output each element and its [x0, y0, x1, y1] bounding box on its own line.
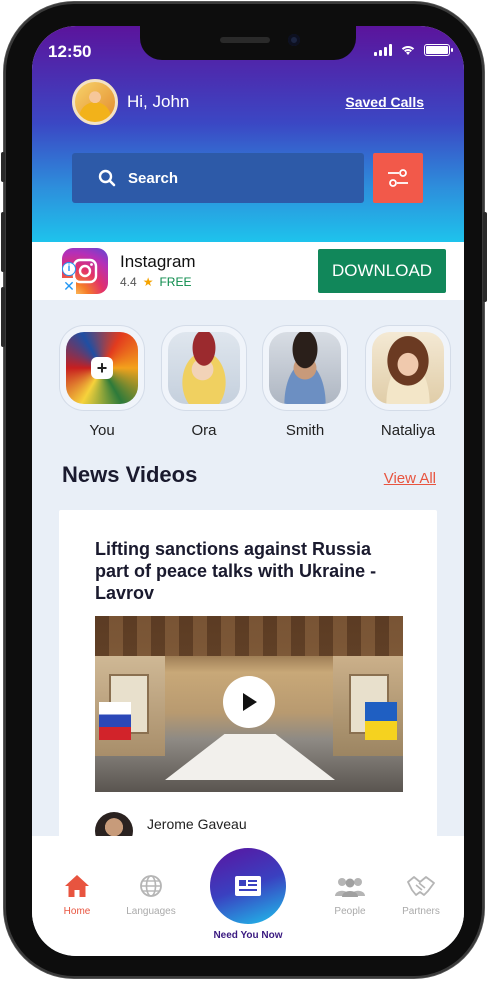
home-icon: [65, 875, 89, 897]
story-ring: +: [60, 326, 144, 410]
ad-rating: 4.4: [120, 275, 137, 289]
add-story-icon[interactable]: +: [91, 357, 113, 379]
nav-people[interactable]: People: [315, 872, 385, 917]
globe-icon: [140, 875, 162, 897]
user-avatar[interactable]: [72, 79, 118, 125]
story-avatar: +: [66, 332, 138, 404]
ad-app-name: Instagram: [120, 252, 196, 271]
story-name: Smith: [285, 422, 325, 439]
mute-switch: [1, 152, 5, 182]
power-button: [483, 212, 487, 302]
nav-label: Languages: [126, 906, 176, 917]
bottom-navigation: Home Languages Need You Now People Partn…: [32, 836, 464, 956]
need-you-now-button[interactable]: [210, 848, 286, 924]
story-avatar: [372, 332, 444, 404]
nav-label: Need You Now: [213, 930, 283, 941]
story-name: Ora: [191, 422, 217, 439]
phone-screen: 12:50 Hi, John Saved Calls Search i ✕ In…: [32, 26, 464, 956]
story-ora[interactable]: Ora: [162, 326, 246, 439]
status-time: 12:50: [48, 42, 92, 61]
story-avatar: [168, 332, 240, 404]
story-name: Nataliya: [380, 422, 436, 439]
russia-flag-icon: [115, 702, 131, 740]
story-avatar: [269, 332, 341, 404]
story-name: You: [89, 422, 115, 439]
battery-icon: [424, 44, 453, 56]
search-input[interactable]: [128, 169, 328, 187]
nav-languages[interactable]: Languages: [116, 872, 186, 917]
russia-flag-icon: [99, 702, 115, 740]
section-title: News Videos: [62, 462, 198, 487]
saved-calls-link[interactable]: Saved Calls: [345, 94, 424, 110]
ad-price: FREE: [159, 275, 192, 289]
stories-row: + You Ora Smith Nataliya: [32, 326, 464, 446]
front-camera: [288, 34, 300, 46]
people-icon: [335, 878, 365, 897]
story-you[interactable]: + You: [60, 326, 144, 439]
nav-partners[interactable]: Partners: [386, 872, 456, 917]
ad-meta: 4.4 ★ FREE: [120, 275, 191, 289]
ukraine-flag-icon: [365, 702, 381, 740]
search-icon: [98, 169, 116, 187]
volume-down-button: [1, 287, 5, 347]
handshake-icon: [407, 876, 435, 896]
sliders-icon: [388, 169, 408, 187]
author-name: Jerome Gaveau: [147, 816, 247, 832]
star-icon: ★: [142, 275, 154, 289]
download-button[interactable]: DOWNLOAD: [318, 249, 446, 293]
thumbnail-ceiling: [95, 616, 403, 656]
story-ring: [366, 326, 450, 410]
news-card[interactable]: Lifting sanctions against Russia part of…: [59, 510, 437, 850]
nav-label: Partners: [402, 906, 440, 917]
phone-notch: [140, 26, 356, 60]
ukraine-flag-icon: [381, 702, 397, 740]
speaker-grille: [220, 37, 270, 43]
story-nataliya[interactable]: Nataliya: [366, 326, 450, 439]
ad-banner[interactable]: i ✕ Instagram 4.4 ★ FREE DOWNLOAD: [32, 242, 464, 300]
ad-close-icon[interactable]: ✕: [62, 278, 76, 294]
story-ring: [162, 326, 246, 410]
search-bar[interactable]: [72, 153, 364, 203]
nav-home[interactable]: Home: [42, 872, 112, 917]
ad-info-icon[interactable]: i: [62, 262, 76, 276]
status-icons: [374, 44, 453, 56]
play-button[interactable]: [223, 676, 275, 728]
news-headline[interactable]: Lifting sanctions against Russia part of…: [95, 538, 405, 604]
nav-label: Home: [63, 906, 91, 917]
view-all-link[interactable]: View All: [384, 470, 436, 487]
news-icon: [235, 876, 261, 896]
cellular-signal-icon: [374, 44, 392, 56]
nav-label: People: [334, 906, 366, 917]
filter-button[interactable]: [373, 153, 423, 203]
play-icon: [243, 693, 257, 711]
wifi-icon: [401, 46, 415, 55]
thumbnail-table: [165, 734, 335, 780]
greeting-text: Hi, John: [127, 92, 190, 111]
story-ring: [263, 326, 347, 410]
story-smith[interactable]: Smith: [263, 326, 347, 439]
volume-up-button: [1, 212, 5, 272]
phone-frame: 12:50 Hi, John Saved Calls Search i ✕ In…: [1, 2, 487, 978]
video-thumbnail[interactable]: [95, 616, 403, 792]
